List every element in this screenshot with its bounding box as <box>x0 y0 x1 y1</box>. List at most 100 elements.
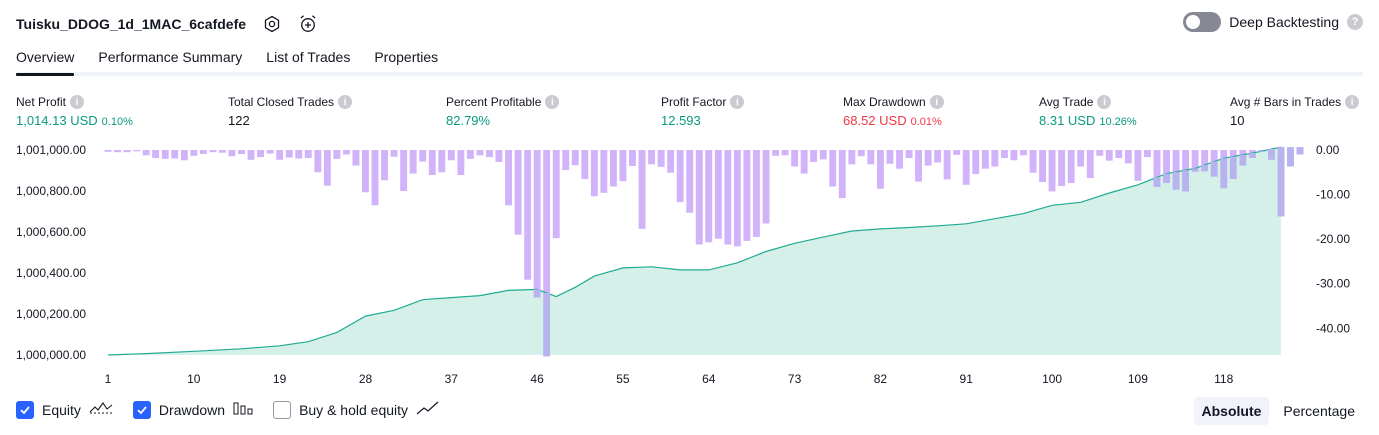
x-tick-label: 91 <box>960 372 974 386</box>
y-axis-right: 0.00 -10.00 -20.00 -30.00 -40.00 <box>1316 143 1350 335</box>
drawdown-bar <box>104 150 112 152</box>
y-left-tick-label: 1,000,400.00 <box>16 266 86 280</box>
drawdown-bar <box>724 150 732 245</box>
metric-net-profit: Net Profit i 1,014.13 USD 0.10% <box>16 94 133 128</box>
drawdown-bar <box>228 150 236 157</box>
equity-checkbox[interactable] <box>16 400 34 419</box>
tab-overview[interactable]: Overview <box>16 48 75 76</box>
drawdown-bar-overlap <box>543 293 551 357</box>
drawdown-checkbox[interactable] <box>132 400 151 419</box>
drawdown-bar <box>781 150 789 156</box>
drawdown-bar <box>629 150 636 166</box>
drawdown-bar <box>247 150 255 160</box>
info-icon[interactable]: i <box>730 95 745 109</box>
tab-list-of-trades[interactable]: List of Trades <box>266 48 350 72</box>
drawdown-bar <box>495 150 503 162</box>
drawdown-bar <box>1058 150 1066 187</box>
metric-total-closed-trades: Total Closed Trades i 122 <box>228 94 353 128</box>
drawdown-bar-overlap <box>1172 171 1180 190</box>
drawdown-bars-icon <box>233 400 253 419</box>
info-icon[interactable]: i <box>1345 95 1360 109</box>
drawdown-bar <box>915 150 922 182</box>
y-left-tick-label: 1,000,200.00 <box>16 307 86 321</box>
drawdown-bar <box>381 150 388 181</box>
tab-properties[interactable]: Properties <box>374 48 438 72</box>
drawdown-bar-overlap <box>1153 177 1161 187</box>
metric-label: Avg # Bars in Trades <box>1230 95 1342 109</box>
drawdown-bar <box>371 150 379 206</box>
buy-hold-checkbox[interactable] <box>273 400 292 419</box>
drawdown-bar-overlap <box>1268 149 1275 160</box>
drawdown-bar <box>533 150 541 298</box>
x-tick-label: 64 <box>702 372 716 386</box>
legend-buy-hold[interactable]: Buy & hold equity <box>273 400 440 419</box>
drawdown-bar <box>171 150 179 159</box>
percentage-button[interactable]: Percentage <box>1275 397 1363 425</box>
metric-label: Profit Factor <box>661 95 727 109</box>
info-icon[interactable]: i <box>338 95 353 109</box>
drawdown-bar <box>400 150 408 191</box>
x-tick-label: 73 <box>788 372 802 386</box>
metric-value: 82.79% <box>446 113 491 128</box>
drawdown-bar <box>867 150 875 165</box>
deep-backtesting-toggle[interactable] <box>1183 12 1222 32</box>
drawdown-bar-overlap <box>1277 147 1285 217</box>
legend-equity[interactable]: Equity <box>16 400 113 419</box>
metric-percent: 0.01% <box>910 116 942 128</box>
drawdown-bar <box>1048 150 1056 192</box>
chart-legend: Equity Drawdown Buy & hold equity <box>16 400 440 419</box>
drawdown-bar <box>1020 150 1027 156</box>
info-icon[interactable]: i <box>1097 95 1112 109</box>
info-icon[interactable]: i <box>929 95 944 109</box>
drawdown-bar <box>905 150 913 158</box>
info-icon[interactable]: i <box>545 95 560 109</box>
drawdown-bar <box>1029 150 1037 173</box>
drawdown-bar <box>924 150 932 166</box>
drawdown-bar <box>857 150 865 157</box>
drawdown-bar <box>152 150 160 158</box>
drawdown-bar <box>581 150 589 179</box>
y-right-tick-label: 0.00 <box>1316 143 1340 157</box>
y-right-tick-label: -30.00 <box>1316 277 1350 291</box>
drawdown-bar <box>800 150 808 174</box>
x-tick-label: 55 <box>616 372 630 386</box>
drawdown-bar <box>886 150 894 164</box>
drawdown-bar <box>590 150 598 197</box>
drawdown-bar <box>877 150 884 189</box>
drawdown-bar <box>1086 150 1094 179</box>
drawdown-bar-overlap <box>1201 165 1209 172</box>
alarm-add-icon[interactable] <box>298 14 318 34</box>
absolute-button[interactable]: Absolute <box>1193 397 1270 425</box>
x-tick-label: 100 <box>1042 372 1062 386</box>
drawdown-bar <box>638 150 646 229</box>
drawdown-bar <box>1115 150 1123 158</box>
drawdown-bar <box>333 150 341 159</box>
drawdown-bar <box>466 150 474 159</box>
drawdown-bar <box>285 150 293 158</box>
strategy-header: Tuisku_DDOG_1d_1MAC_6cafdefe <box>16 12 318 36</box>
drawdown-bar <box>972 150 980 175</box>
y-left-tick-label: 1,000,600.00 <box>16 225 86 239</box>
drawdown-bar <box>1144 150 1151 158</box>
drawdown-bar <box>1105 150 1113 161</box>
tab-performance-summary[interactable]: Performance Summary <box>98 48 242 72</box>
drawdown-bar <box>314 150 322 173</box>
drawdown-bar <box>266 150 274 154</box>
metric-percent: 0.10% <box>101 116 133 128</box>
drawdown-bar-overlap <box>533 289 541 298</box>
info-icon[interactable]: i <box>70 95 85 109</box>
help-icon[interactable]: ? <box>1347 14 1363 30</box>
drawdown-bar <box>733 150 741 247</box>
drawdown-bar <box>934 150 942 163</box>
drawdown-bar <box>1124 150 1132 164</box>
drawdown-bar-overlap <box>1258 151 1266 152</box>
drawdown-bar <box>552 150 560 239</box>
drawdown-bar <box>1077 150 1085 167</box>
metric-percent: 10.26% <box>1099 116 1137 128</box>
drawdown-bar-overlap <box>1248 153 1256 158</box>
legend-drawdown[interactable]: Drawdown <box>132 400 253 419</box>
drawdown-bar-overlap <box>1287 147 1294 167</box>
strategy-title: Tuisku_DDOG_1d_1MAC_6cafdefe <box>16 16 247 32</box>
settings-icon[interactable] <box>262 14 282 34</box>
drawdown-bar <box>676 150 684 203</box>
